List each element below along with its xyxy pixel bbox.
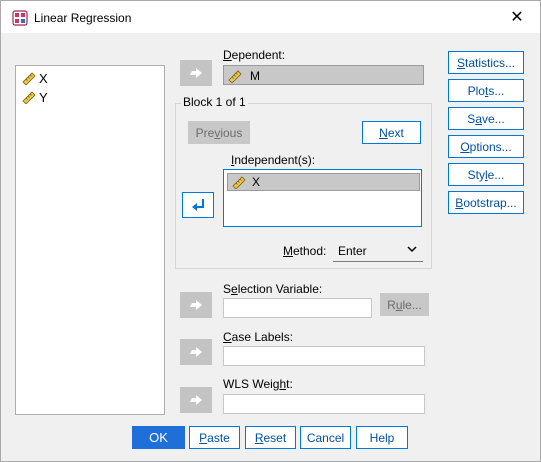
right-arrow-icon — [190, 68, 202, 78]
method-value: Enter — [338, 243, 367, 258]
previous-button[interactable]: Pre v ious — [188, 121, 250, 144]
save-button[interactable]: Sa ve... — [448, 107, 524, 130]
list-item[interactable]: Y — [22, 88, 48, 106]
selection-variable-field[interactable] — [223, 298, 372, 318]
move-to-dependent-button[interactable] — [180, 60, 212, 86]
list-item[interactable]: X — [22, 69, 48, 87]
close-button[interactable]: ✕ — [494, 1, 540, 33]
plots-button[interactable]: Plo t s... — [448, 79, 524, 102]
list-item[interactable]: X — [227, 173, 420, 191]
reset-button[interactable]: Reset — [245, 426, 296, 449]
move-to-selection-variable-button[interactable] — [180, 292, 212, 318]
variable-label: Y — [39, 89, 48, 105]
move-to-independents-button[interactable] — [182, 192, 214, 218]
rule-button[interactable]: Ru le... — [380, 293, 429, 316]
right-arrow-icon — [190, 300, 202, 310]
scale-ruler-icon — [228, 70, 242, 83]
statistics-button[interactable]: Statistics... — [448, 51, 524, 74]
cancel-button[interactable]: Cancel — [300, 426, 351, 449]
regression-app-icon — [12, 10, 28, 26]
next-button[interactable]: Next — [362, 121, 421, 144]
chevron-down-icon — [407, 246, 417, 253]
style-button[interactable]: Sty l e... — [448, 163, 524, 186]
help-button[interactable]: Help — [356, 426, 408, 449]
source-variable-list[interactable]: X Y — [15, 65, 165, 415]
wls-weight-label: WLS Weight: — [223, 377, 293, 391]
move-to-case-labels-button[interactable] — [180, 339, 212, 365]
right-arrow-icon — [190, 347, 202, 357]
move-to-wls-weight-button[interactable] — [180, 387, 212, 413]
dependent-value: M — [250, 69, 260, 83]
case-labels-label: Case Labels: — [223, 330, 294, 344]
dependent-variable[interactable]: M — [228, 68, 260, 84]
paste-button[interactable]: Paste — [189, 426, 240, 449]
scale-ruler-icon — [22, 91, 36, 104]
case-labels-field[interactable] — [223, 346, 425, 366]
linear-regression-dialog: Linear Regression ✕ X Y Dependent: M Blo… — [0, 0, 541, 462]
method-label: Method: — [283, 244, 327, 258]
scale-ruler-icon — [232, 176, 246, 189]
wls-weight-field[interactable] — [223, 394, 425, 414]
title-bar: Linear Regression ✕ — [1, 1, 540, 33]
independent-value: X — [252, 175, 261, 189]
selection-variable-label: Selection Variable: — [223, 282, 323, 296]
ok-button[interactable]: OK — [132, 426, 185, 449]
scale-ruler-icon — [22, 72, 36, 85]
variable-label: X — [39, 70, 48, 86]
independents-label: Independent(s): — [231, 153, 316, 167]
close-icon: ✕ — [510, 9, 524, 26]
dependent-label: Dependent: — [223, 48, 286, 62]
dependent-field[interactable]: M — [223, 65, 424, 85]
return-arrow-icon — [192, 199, 204, 211]
block-title: Block 1 of 1 — [181, 95, 248, 109]
method-dropdown[interactable]: Enter — [333, 240, 423, 262]
right-arrow-icon — [190, 395, 202, 405]
options-button[interactable]: Options... — [448, 135, 524, 158]
window-title: Linear Regression — [34, 11, 132, 25]
independents-list[interactable]: X — [223, 169, 422, 227]
bootstrap-button[interactable]: Bootstrap... — [448, 191, 524, 214]
